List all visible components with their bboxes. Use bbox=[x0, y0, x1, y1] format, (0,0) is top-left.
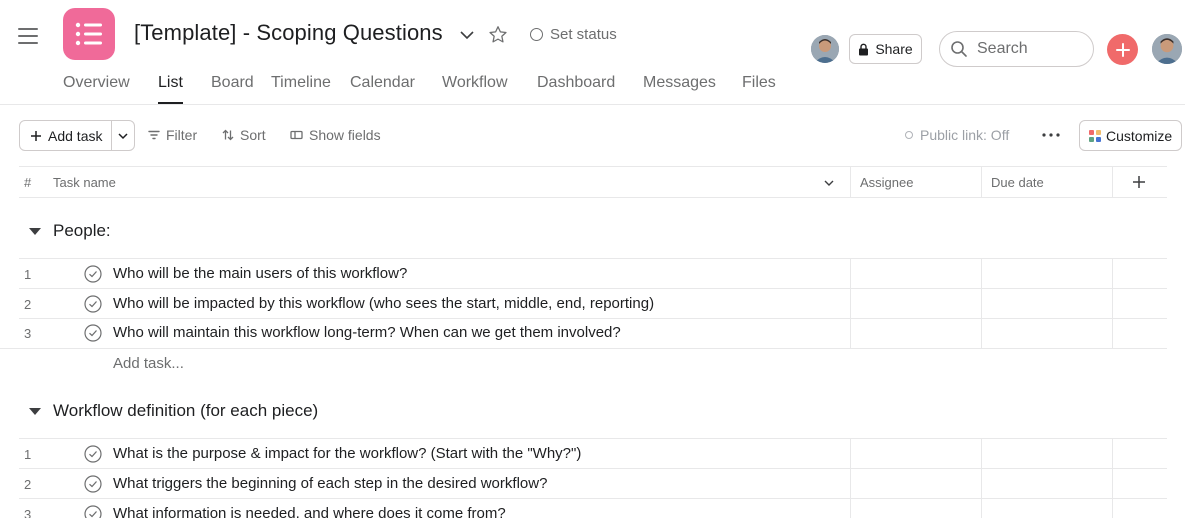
section-header[interactable]: People: bbox=[19, 221, 111, 241]
share-label: Share bbox=[875, 41, 913, 57]
collapse-caret-icon[interactable] bbox=[29, 407, 41, 415]
public-link-label: Public link: Off bbox=[920, 127, 1010, 143]
add-task-group: Add task bbox=[19, 120, 136, 151]
header-divider bbox=[0, 104, 1185, 105]
search-icon bbox=[951, 41, 967, 57]
tab-timeline[interactable]: Timeline bbox=[271, 74, 331, 92]
task-name[interactable]: Who will maintain this workflow long-ter… bbox=[113, 324, 621, 341]
more-options-icon[interactable] bbox=[1040, 126, 1062, 144]
check-circle-icon[interactable] bbox=[84, 475, 102, 493]
row-number: 3 bbox=[24, 507, 32, 518]
check-circle-icon[interactable] bbox=[84, 265, 102, 283]
fields-icon bbox=[290, 130, 303, 140]
task-name[interactable]: What triggers the beginning of each step… bbox=[113, 475, 547, 492]
section-title[interactable]: People: bbox=[53, 221, 111, 241]
add-column-icon[interactable] bbox=[1132, 175, 1146, 189]
column-divider bbox=[981, 166, 982, 198]
task-name[interactable]: What is the purpose & impact for the wor… bbox=[113, 445, 581, 462]
plus-icon bbox=[1115, 42, 1130, 57]
search-input[interactable] bbox=[977, 40, 1087, 58]
sort-button[interactable]: Sort bbox=[222, 127, 266, 143]
chevron-down-icon[interactable] bbox=[823, 177, 835, 189]
customize-label: Customize bbox=[1106, 127, 1173, 144]
menu-icon[interactable] bbox=[18, 28, 38, 44]
row-number: 2 bbox=[24, 477, 32, 492]
tab-workflow[interactable]: Workflow bbox=[442, 74, 508, 92]
table-row[interactable]: 2 Who will be impacted by this workflow … bbox=[19, 289, 1167, 319]
search-box[interactable] bbox=[939, 31, 1094, 67]
row-number: 3 bbox=[24, 326, 32, 341]
table-header: # Task name Assignee Due date bbox=[19, 166, 1167, 198]
column-due-date[interactable]: Due date bbox=[991, 175, 1044, 190]
set-status-label: Set status bbox=[550, 26, 617, 43]
table-row[interactable]: 3 What information is needed, and where … bbox=[19, 499, 1167, 518]
add-task-dropdown[interactable] bbox=[112, 121, 134, 150]
customize-button[interactable]: Customize bbox=[1079, 120, 1182, 151]
column-divider bbox=[850, 166, 851, 198]
user-avatar[interactable] bbox=[1152, 34, 1182, 64]
show-fields-label: Show fields bbox=[309, 127, 381, 143]
tab-files[interactable]: Files bbox=[742, 74, 776, 92]
filter-label: Filter bbox=[166, 127, 198, 143]
show-fields-button[interactable]: Show fields bbox=[290, 127, 381, 143]
check-circle-icon[interactable] bbox=[84, 445, 102, 463]
check-circle-icon[interactable] bbox=[84, 505, 102, 518]
tab-board[interactable]: Board bbox=[211, 74, 254, 92]
public-link-status[interactable]: Public link: Off bbox=[905, 127, 1009, 143]
customize-grid-icon bbox=[1089, 129, 1101, 142]
star-icon[interactable] bbox=[487, 24, 509, 46]
chevron-down-icon[interactable] bbox=[457, 25, 477, 45]
task-name[interactable]: What information is needed, and where do… bbox=[113, 505, 506, 518]
section-title[interactable]: Workflow definition (for each piece) bbox=[53, 401, 318, 421]
table-row[interactable]: 1 Who will be the main users of this wor… bbox=[19, 259, 1167, 289]
member-avatar[interactable] bbox=[811, 35, 839, 63]
row-number: 1 bbox=[24, 267, 32, 282]
sort-label: Sort bbox=[240, 127, 266, 143]
add-task-inline[interactable]: Add task... bbox=[113, 355, 184, 372]
tab-overview[interactable]: Overview bbox=[63, 74, 130, 92]
tab-calendar[interactable]: Calendar bbox=[350, 74, 415, 92]
set-status-button[interactable]: Set status bbox=[530, 26, 617, 43]
sort-icon bbox=[222, 129, 234, 141]
section-divider bbox=[0, 348, 1167, 349]
check-circle-icon[interactable] bbox=[84, 324, 102, 342]
column-assignee[interactable]: Assignee bbox=[860, 175, 913, 190]
filter-icon bbox=[148, 130, 160, 140]
project-title[interactable]: [Template] - Scoping Questions bbox=[134, 20, 443, 46]
table-row[interactable]: 3 Who will maintain this workflow long-t… bbox=[19, 318, 1167, 348]
column-divider bbox=[1112, 166, 1113, 198]
collapse-caret-icon[interactable] bbox=[29, 227, 41, 235]
plus-icon bbox=[31, 130, 41, 141]
check-circle-icon[interactable] bbox=[84, 295, 102, 313]
filter-button[interactable]: Filter bbox=[148, 127, 197, 143]
tab-messages[interactable]: Messages bbox=[643, 74, 716, 92]
quick-add-button[interactable] bbox=[1107, 34, 1138, 65]
status-circle-icon bbox=[530, 28, 543, 41]
tab-dashboard[interactable]: Dashboard bbox=[537, 74, 615, 92]
section-header[interactable]: Workflow definition (for each piece) bbox=[19, 401, 318, 421]
add-task-button[interactable]: Add task bbox=[20, 121, 113, 150]
row-number: 1 bbox=[24, 447, 32, 462]
share-button[interactable]: Share bbox=[849, 34, 922, 64]
task-name[interactable]: Who will be the main users of this workf… bbox=[113, 265, 407, 282]
column-task-name[interactable]: Task name bbox=[53, 175, 116, 190]
row-number: 2 bbox=[24, 297, 32, 312]
add-task-label: Add task bbox=[48, 127, 103, 144]
public-link-dot-icon bbox=[905, 131, 913, 139]
table-row[interactable]: 2 What triggers the beginning of each st… bbox=[19, 469, 1167, 499]
tab-list[interactable]: List bbox=[158, 74, 183, 104]
chevron-down-icon bbox=[118, 132, 129, 139]
table-row[interactable]: 1 What is the purpose & impact for the w… bbox=[19, 439, 1167, 469]
lock-icon bbox=[859, 43, 869, 55]
column-number: # bbox=[24, 175, 32, 190]
task-name[interactable]: Who will be impacted by this workflow (w… bbox=[113, 295, 654, 312]
project-tabs: Overview List Board Timeline Calendar Wo… bbox=[0, 74, 1185, 104]
project-list-icon bbox=[63, 8, 115, 60]
